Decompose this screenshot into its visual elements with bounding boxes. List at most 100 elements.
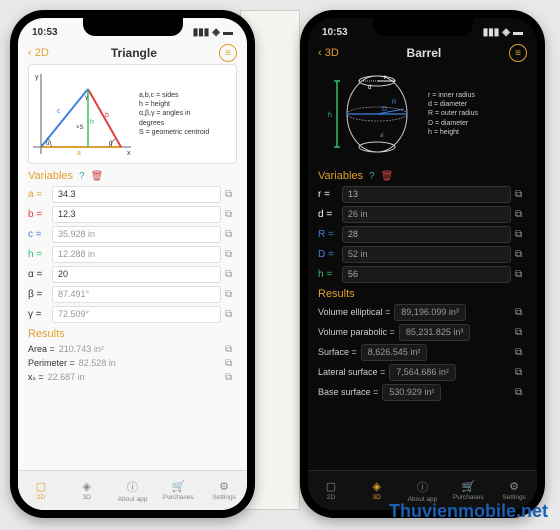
tab-settings[interactable]: ⚙Settings [201,471,247,510]
tab-2d[interactable]: ▢2D [18,471,64,510]
svg-text:h: h [328,112,332,119]
copy-icon[interactable]: ⧉ [225,358,237,369]
copy-icon[interactable]: ⧉ [225,189,237,200]
var-label: r = [318,189,338,200]
result-row: Base surface = 530.929 in² ⧉ [308,382,537,402]
copy-icon[interactable]: ⧉ [515,367,527,378]
help-icon[interactable]: ? [369,171,375,182]
var-field[interactable]: 56 [342,266,511,283]
tab-3d[interactable]: ◈3D [64,471,110,510]
copy-icon[interactable]: ⧉ [515,189,527,200]
var-field[interactable]: 28 [342,226,511,243]
watermark: Thuvienmobile.net [389,501,548,522]
gear-icon: ⚙ [509,480,519,493]
variable-row: R = 28 ⧉ [308,224,537,244]
status-icons: ▮▮▮◈▬ [193,27,233,38]
signal-icon: ▮▮▮ [193,27,210,38]
var-field: 35.928 in [52,226,221,243]
results-header: Results [18,324,247,342]
tab-2d[interactable]: ▢2D [308,471,354,510]
svg-text:α: α [46,141,50,147]
copy-icon[interactable]: ⧉ [515,269,527,280]
info-icon: ⓘ [127,479,138,495]
battery-icon: ▬ [513,27,523,38]
copy-icon[interactable]: ⧉ [225,289,237,300]
result-label: Volume elliptical = [318,307,390,317]
square-icon: ▢ [326,480,336,493]
var-label: b = [28,209,48,220]
var-field[interactable]: 12.3 [52,206,221,223]
var-field[interactable]: 34.3 [52,186,221,203]
var-field[interactable]: 13 [342,186,511,203]
copy-icon[interactable]: ⧉ [515,347,527,358]
variables-list: r =13⧉d =26 in⧉R =28⧉D =52 in⧉h =56⧉ [308,184,537,284]
diagram-legend: a,b,c = sides h = height α,β,γ = angles … [139,69,232,159]
clock: 10:53 [322,27,348,38]
trash-icon[interactable]: 🗑 [381,171,394,182]
copy-icon[interactable]: ⧉ [515,209,527,220]
variable-row: a = 34.3 ⧉ [18,184,247,204]
var-field: 52 in [342,246,511,263]
variable-row: D = 52 in ⧉ [308,244,537,264]
var-label: γ = [28,309,48,320]
result-row: Perimeter = 82.528 in⧉ [18,356,247,370]
help-icon[interactable]: ? [79,171,85,182]
copy-icon[interactable]: ⧉ [225,269,237,280]
back-button[interactable]: ‹ 2D [28,47,49,59]
clock: 10:53 [32,27,58,38]
copy-icon[interactable]: ⧉ [225,249,237,260]
tab-purchases[interactable]: 🛒Purchases [155,471,201,510]
tab-about[interactable]: ⓘAbout app [110,471,156,510]
screen-title: Triangle [111,46,157,60]
var-field: 87.491° [52,286,221,303]
diagram-legend: r = inner radius d = diameter R = outer … [428,68,523,160]
variable-row: b = 12.3 ⧉ [18,204,247,224]
var-label: a = [28,189,48,200]
menu-button[interactable]: ≡ [509,44,527,62]
svg-text:a': a' [380,133,384,139]
result-label: xₛ = [28,372,44,383]
wifi-icon: ◈ [212,27,220,38]
trash-icon[interactable]: 🗑 [91,171,104,182]
menu-button[interactable]: ≡ [219,44,237,62]
copy-icon[interactable]: ⧉ [515,249,527,260]
svg-text:a: a [77,150,81,157]
var-label: h = [318,269,338,280]
copy-icon[interactable]: ⧉ [225,309,237,320]
copy-icon[interactable]: ⧉ [225,344,237,355]
copy-icon[interactable]: ⧉ [515,327,527,338]
results-list: Volume elliptical =89,196.099 in³⧉Volume… [308,302,537,402]
svg-text:x: x [127,150,131,157]
variable-row: γ =72.509°⧉ [18,304,247,324]
result-label: Volume parabolic = [318,327,395,337]
result-value: 530.929 in² [382,384,441,401]
variable-row: c =35.928 in⧉ [18,224,247,244]
result-label: Base surface = [318,387,378,397]
var-label: R = [318,229,338,240]
var-field[interactable]: 20 [52,266,221,283]
variable-row: α =20⧉ [18,264,247,284]
notch [373,18,473,36]
result-value: 210.743 in² [59,344,104,354]
variables-header: Variables ? 🗑 [18,166,247,184]
copy-icon[interactable]: ⧉ [225,372,237,383]
copy-icon[interactable]: ⧉ [515,307,527,318]
svg-text:R: R [392,100,397,106]
copy-icon[interactable]: ⧉ [515,229,527,240]
result-row: Volume elliptical = 89,196.099 in³ ⧉ [308,302,537,322]
svg-text:y: y [35,74,39,81]
back-button[interactable]: ‹ 3D [318,47,339,59]
result-value: 82.528 in [79,358,116,368]
results-list: Area = 210.743 in²⧉Perimeter = 82.528 in… [18,342,247,384]
copy-icon[interactable]: ⧉ [225,229,237,240]
copy-icon[interactable]: ⧉ [225,209,237,220]
cube-icon: ◈ [82,480,90,493]
result-value: 22.687 in [48,372,85,382]
var-label: D = [318,249,338,260]
copy-icon[interactable]: ⧉ [515,387,527,398]
result-value: 7,564.686 in² [389,364,456,381]
result-value: 89,196.099 in³ [394,304,466,321]
var-label: β = [28,289,48,300]
screen-title: Barrel [407,46,442,60]
phone-right: 10:53 ▮▮▮◈▬ ‹ 3D Barrel ≡ r d [300,10,545,518]
